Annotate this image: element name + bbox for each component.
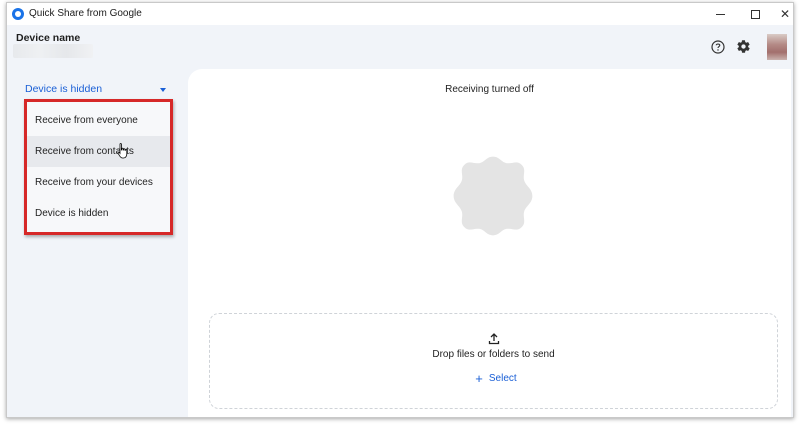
help-icon[interactable] (711, 40, 725, 54)
close-button[interactable]: ✕ (767, 3, 793, 25)
select-label: Select (488, 372, 517, 384)
window-title: Quick Share from Google (29, 8, 142, 19)
receiving-off-badge-icon (453, 156, 533, 236)
close-icon: ✕ (779, 7, 791, 21)
receiving-status: Receiving turned off (445, 84, 534, 95)
upload-icon (488, 333, 500, 345)
visibility-selected-label: Device is hidden (25, 83, 103, 95)
chevron-down-icon (160, 88, 166, 92)
minimize-button[interactable] (702, 3, 738, 25)
plus-icon: + (475, 370, 483, 386)
main-panel: Receiving turned off Drop files or folde… (188, 69, 791, 417)
menu-item-receive-everyone[interactable]: Receive from everyone (26, 105, 170, 136)
app-window: Quick Share from Google ✕ Device name De… (6, 2, 794, 418)
visibility-dropdown[interactable]: Device is hidden (25, 83, 170, 101)
visibility-menu: Receive from everyone Receive from conta… (26, 101, 170, 232)
device-name-value-redacted (13, 44, 93, 58)
header: Device name (7, 25, 793, 67)
menu-item-receive-contacts[interactable]: Receive from contacts (26, 136, 170, 167)
file-drop-zone[interactable]: Drop files or folders to send + Select (209, 313, 778, 409)
device-name-label: Device name (16, 32, 81, 44)
gear-icon[interactable] (736, 39, 751, 54)
avatar[interactable] (767, 34, 787, 60)
maximize-icon (750, 9, 760, 19)
menu-item-device-hidden[interactable]: Device is hidden (26, 198, 170, 229)
app-icon (12, 8, 24, 20)
title-bar: Quick Share from Google ✕ (7, 3, 793, 25)
select-files-button[interactable]: + Select (468, 369, 524, 387)
menu-item-receive-your-devices[interactable]: Receive from your devices (26, 167, 170, 198)
drop-files-text: Drop files or folders to send (432, 349, 555, 360)
minimize-icon (715, 13, 725, 15)
